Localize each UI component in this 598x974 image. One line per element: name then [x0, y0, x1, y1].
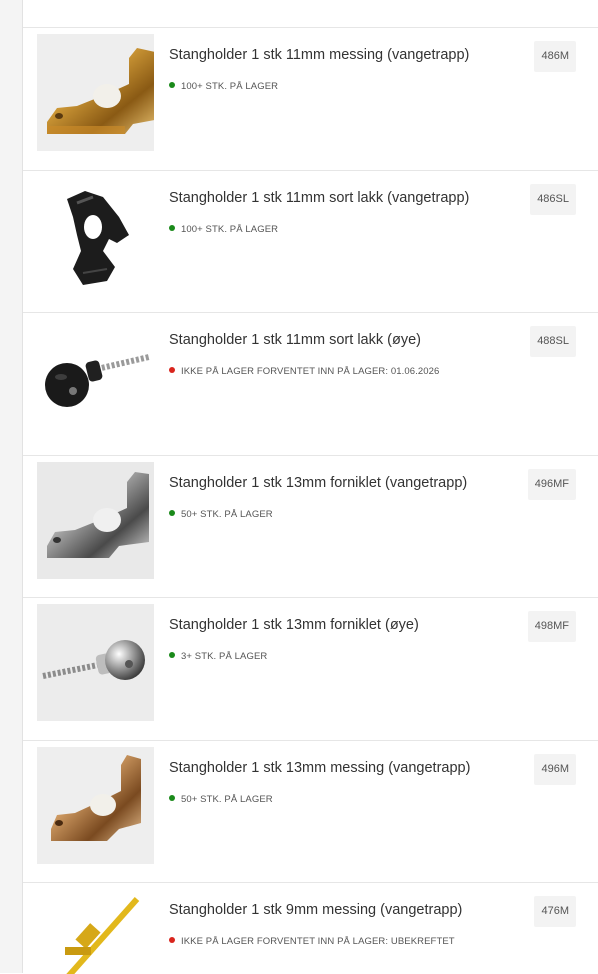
brass-rod-image	[37, 889, 154, 974]
product-title[interactable]: Stangholder 1 stk 13mm forniklet (vanget…	[169, 475, 467, 491]
product-row[interactable]: Stangholder 1 stk 11mm sort lakk (øye) I…	[23, 312, 598, 455]
product-row[interactable]: Stangholder 1 stk 13mm forniklet (øye) 3…	[23, 597, 598, 740]
out-of-stock-indicator	[169, 367, 175, 373]
product-row[interactable]: Stangholder 1 stk 13mm messing (vangetra…	[23, 740, 598, 883]
stock-status: IKKE PÅ LAGER FORVENTET INN PÅ LAGER: UB…	[169, 936, 455, 947]
sku-badge: 488SL	[530, 326, 576, 357]
stock-text: 50+ STK. PÅ LAGER	[181, 509, 273, 520]
sku-badge: 486M	[534, 41, 576, 72]
product-image[interactable]	[37, 604, 154, 721]
in-stock-indicator	[169, 82, 175, 88]
product-row[interactable]: Stangholder 1 stk 11mm sort lakk (vanget…	[23, 170, 598, 313]
stock-status: 100+ STK. PÅ LAGER	[169, 224, 278, 235]
product-title[interactable]: Stangholder 1 stk 9mm messing (vangetrap…	[169, 902, 462, 918]
sku-badge: 486SL	[530, 184, 576, 215]
stock-text: 3+ STK. PÅ LAGER	[181, 651, 268, 662]
stock-text: 100+ STK. PÅ LAGER	[181, 81, 279, 92]
brass-bracket-image	[37, 34, 154, 151]
out-of-stock-indicator	[169, 937, 175, 943]
nickel-eye-screw-image	[37, 604, 154, 721]
product-title[interactable]: Stangholder 1 stk 11mm sort lakk (øye)	[169, 332, 421, 348]
product-image[interactable]	[37, 889, 154, 974]
in-stock-indicator	[169, 510, 175, 516]
sku-badge: 476M	[534, 896, 576, 927]
stock-text: 50+ STK. PÅ LAGER	[181, 794, 273, 805]
stock-status: 3+ STK. PÅ LAGER	[169, 651, 267, 662]
product-row[interactable]: Stangholder 1 stk 11mm messing (vangetra…	[23, 27, 598, 170]
sku-badge: 496MF	[527, 469, 576, 500]
in-stock-indicator	[169, 795, 175, 801]
product-title[interactable]: Stangholder 1 stk 11mm sort lakk (vanget…	[169, 190, 469, 206]
stock-text: 100+ STK. PÅ LAGER	[181, 224, 279, 235]
black-bracket-image	[37, 177, 154, 294]
black-eye-screw-image	[37, 319, 154, 436]
product-image[interactable]	[37, 747, 154, 864]
in-stock-indicator	[169, 652, 175, 658]
product-image[interactable]	[37, 177, 154, 294]
product-row[interactable]: Stangholder 1 stk 9mm messing (vangetrap…	[23, 882, 598, 974]
stock-status: IKKE PÅ LAGER FORVENTET INN PÅ LAGER: 01…	[169, 366, 439, 377]
sku-badge: 496M	[534, 754, 576, 785]
product-list: Stangholder 1 stk 11mm messing (vangetra…	[23, 0, 598, 974]
stock-status: 50+ STK. PÅ LAGER	[169, 794, 273, 805]
product-image[interactable]	[37, 462, 154, 579]
product-title[interactable]: Stangholder 1 stk 11mm messing (vangetra…	[169, 47, 469, 63]
left-sidebar-strip	[0, 0, 23, 973]
product-title[interactable]: Stangholder 1 stk 13mm forniklet (øye)	[169, 617, 419, 633]
brass-bracket-image	[37, 747, 154, 864]
nickel-bracket-image	[37, 462, 154, 579]
product-title[interactable]: Stangholder 1 stk 13mm messing (vangetra…	[169, 760, 470, 776]
product-image[interactable]	[37, 34, 154, 151]
sku-badge: 498MF	[527, 611, 576, 642]
in-stock-indicator	[169, 225, 175, 231]
product-row[interactable]: Stangholder 1 stk 13mm forniklet (vanget…	[23, 455, 598, 598]
stock-status: 50+ STK. PÅ LAGER	[169, 509, 273, 520]
stock-status: 100+ STK. PÅ LAGER	[169, 81, 278, 92]
stock-text: IKKE PÅ LAGER FORVENTET INN PÅ LAGER: UB…	[181, 936, 455, 947]
stock-text: IKKE PÅ LAGER FORVENTET INN PÅ LAGER: 01…	[181, 366, 440, 377]
product-image[interactable]	[37, 319, 154, 436]
